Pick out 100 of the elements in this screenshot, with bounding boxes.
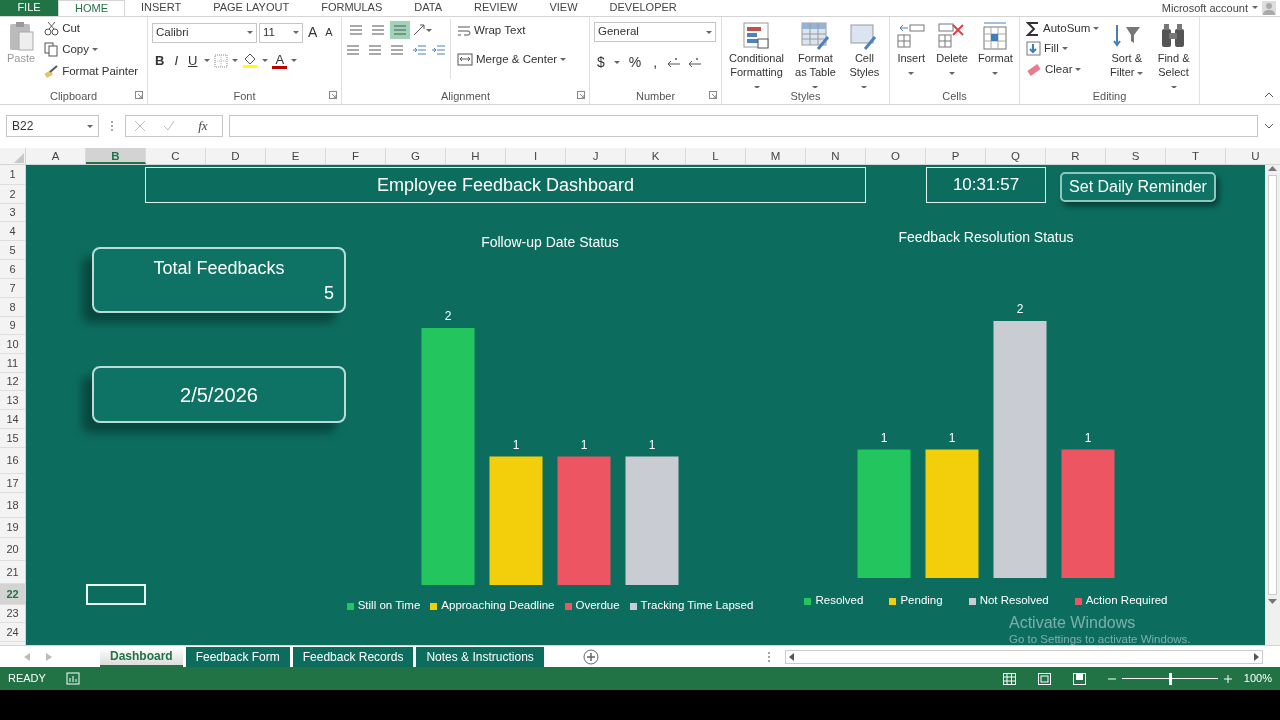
font-name-field[interactable]: Calibri (152, 22, 257, 43)
row-header[interactable]: 1 (0, 165, 25, 185)
selected-cell[interactable] (86, 584, 146, 605)
ribbon-tab[interactable]: PAGE LAYOUT (197, 0, 306, 16)
number-format-field[interactable]: General (594, 22, 716, 42)
row-header[interactable]: 7 (0, 279, 25, 298)
ribbon-tab[interactable]: INSERT (125, 0, 198, 16)
align-lines-icon[interactable] (368, 43, 382, 57)
cut-button[interactable]: Cut (42, 19, 141, 39)
sheet-tab[interactable]: Notes & Instructions (416, 646, 544, 667)
name-box[interactable]: B22 (6, 115, 99, 137)
row-header[interactable]: 14 (0, 410, 25, 429)
row-header[interactable]: 2 (0, 185, 25, 204)
reminder-button[interactable]: Set Daily Reminder (1060, 172, 1216, 202)
delete-cells-button[interactable]: Delete (933, 19, 971, 81)
format-cells-button[interactable]: Format (975, 19, 1015, 81)
cell-style-button[interactable]: Cell Styles (843, 19, 885, 88)
row-header[interactable]: 10 (0, 335, 25, 354)
column-header[interactable]: E (266, 148, 326, 164)
formula-input[interactable] (229, 115, 1258, 137)
insert-cells-button[interactable]: Insert (894, 19, 930, 81)
column-header[interactable]: T (1166, 148, 1226, 164)
row-header[interactable]: 23 (0, 605, 25, 623)
account-link[interactable]: Microsoft account (1161, 0, 1248, 16)
underline-button[interactable]: U (185, 51, 201, 71)
column-header[interactable]: M (746, 148, 806, 164)
column-header[interactable]: H (446, 148, 506, 164)
fill-color-icon[interactable] (242, 52, 259, 69)
align-lines-icon[interactable] (390, 43, 404, 57)
indent-icon[interactable] (412, 44, 427, 56)
file-tab[interactable]: FILE (0, 0, 58, 16)
column-header[interactable]: S (1106, 148, 1166, 164)
up-arrow-icon[interactable] (1268, 165, 1277, 171)
column-header[interactable]: N (806, 148, 866, 164)
row-header[interactable]: 8 (0, 298, 25, 317)
column-header[interactable]: K (626, 148, 686, 164)
row-header[interactable]: 11 (0, 354, 25, 373)
dialog-launcher-icon[interactable] (709, 91, 717, 99)
sheet-tab[interactable]: Dashboard (100, 646, 183, 667)
dialog-launcher-icon[interactable] (329, 91, 337, 99)
column-header[interactable]: J (566, 148, 626, 164)
page-layout-view-icon[interactable] (1037, 672, 1051, 685)
check-icon[interactable] (163, 120, 176, 132)
horizontal-scrollbar[interactable] (784, 649, 1263, 664)
row-header[interactable]: 22 (0, 584, 25, 605)
decimal-icon[interactable] (666, 56, 682, 69)
ribbon-tab[interactable]: FORMULAS (305, 0, 399, 16)
merge-center-button[interactable]: Merge & Center (455, 50, 569, 70)
row-header[interactable]: 4 (0, 222, 25, 241)
column-header[interactable]: P (926, 148, 986, 164)
decimal-icon[interactable] (687, 56, 703, 69)
column-header[interactable]: U (1226, 148, 1280, 164)
column-header[interactable]: D (206, 148, 266, 164)
row-header[interactable]: 15 (0, 429, 25, 448)
row-header[interactable]: 5 (0, 241, 25, 260)
zoom-level[interactable]: 100% (1243, 670, 1272, 687)
ribbon-tab[interactable]: VIEW (533, 0, 594, 16)
dialog-launcher-icon[interactable] (577, 91, 585, 99)
row-header[interactable]: 16 (0, 448, 25, 474)
ribbon-tab[interactable]: HOME (58, 0, 125, 16)
indent-icon[interactable] (431, 44, 446, 56)
orientation-icon[interactable] (412, 23, 426, 37)
dialog-launcher-icon[interactable] (135, 91, 143, 99)
expand-chevron-icon[interactable] (1264, 123, 1274, 129)
collapse-chevron-icon[interactable] (1264, 92, 1274, 98)
column-header[interactable]: G (386, 148, 446, 164)
macro-record-icon[interactable] (65, 672, 80, 685)
column-header[interactable]: B (86, 148, 146, 164)
sheet-tab[interactable]: Feedback Records (292, 646, 414, 667)
currency-button[interactable]: $ (594, 52, 608, 73)
fill-button[interactable]: Fill (1024, 39, 1102, 59)
binoculars-button[interactable]: Find & Select (1152, 19, 1195, 88)
grow-font-button[interactable]: A (305, 22, 321, 43)
column-header[interactable]: Q (986, 148, 1046, 164)
sheet-tab[interactable]: Feedback Form (185, 646, 290, 667)
table-button[interactable]: Format as Table (791, 19, 840, 88)
bold-button[interactable]: B (152, 51, 168, 71)
normal-view-icon[interactable] (1002, 672, 1016, 685)
shrink-font-button[interactable]: A (322, 24, 336, 41)
row-header[interactable]: 18 (0, 493, 25, 518)
column-header[interactable]: L (686, 148, 746, 164)
copy-button[interactable]: Copy (42, 40, 141, 60)
clear-button[interactable]: Clear (1024, 59, 1102, 79)
italic-button[interactable]: I (171, 51, 181, 71)
row-header[interactable]: 17 (0, 474, 25, 493)
ribbon-tab[interactable]: DEVELOPER (593, 0, 693, 16)
column-header[interactable]: I (506, 148, 566, 164)
row-header[interactable]: 3 (0, 204, 25, 222)
row-header[interactable]: 12 (0, 373, 25, 391)
format-painter-button[interactable]: Format Painter (42, 61, 141, 81)
row-header[interactable]: 13 (0, 391, 25, 410)
align-lines-icon[interactable] (346, 43, 360, 57)
left-arrow-icon[interactable] (788, 652, 794, 661)
column-header[interactable]: R (1046, 148, 1106, 164)
row-header[interactable]: 19 (0, 518, 25, 538)
ribbon-tab[interactable]: REVIEW (458, 0, 534, 16)
right-arrow-icon[interactable] (1253, 652, 1259, 661)
row-header[interactable]: 9 (0, 317, 25, 335)
row-header[interactable]: 20 (0, 538, 25, 561)
column-header[interactable]: O (866, 148, 926, 164)
